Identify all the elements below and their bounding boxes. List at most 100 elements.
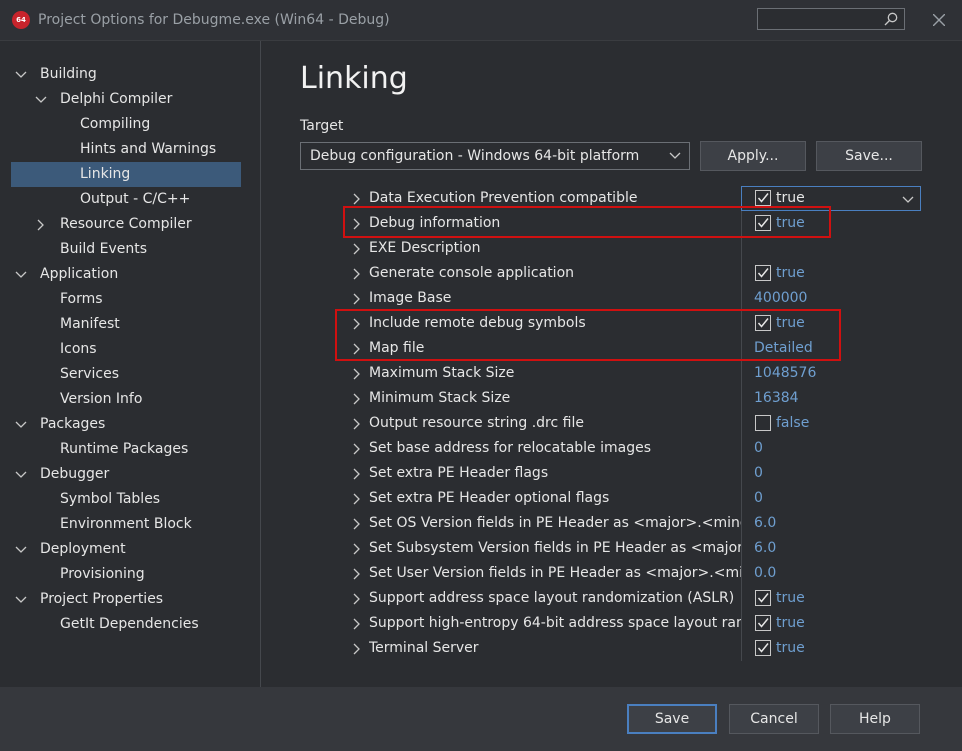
chevron-down-icon[interactable] (15, 469, 27, 481)
save-button[interactable]: Save (627, 704, 717, 734)
chevron-right-icon[interactable] (351, 643, 363, 655)
property-row[interactable]: Terminal Server true (339, 636, 921, 661)
tree-item[interactable]: GetIt Dependencies (0, 612, 255, 637)
property-value: 0.0 (754, 565, 777, 581)
property-row[interactable]: Image Base 400000 (339, 286, 921, 311)
chevron-down-icon (902, 196, 914, 203)
chevron-down-icon (669, 152, 681, 159)
tree-item[interactable]: Output - C/C++ (0, 187, 255, 212)
tree-item[interactable]: Deployment (0, 537, 255, 562)
tree-item[interactable]: Provisioning (0, 562, 255, 587)
tree-item[interactable]: Compiling (0, 112, 255, 137)
property-checkbox[interactable] (755, 615, 771, 631)
tree-item-label: Forms (60, 291, 103, 307)
apply-button[interactable]: Apply... (700, 141, 806, 171)
property-row[interactable]: Output resource string .drc file false (339, 411, 921, 436)
property-row[interactable]: Support high-entropy 64-bit address spac… (339, 611, 921, 636)
chevron-right-icon[interactable] (351, 368, 363, 380)
property-row[interactable]: Map file Detailed (339, 336, 921, 361)
chevron-down-icon[interactable] (15, 419, 27, 431)
tree-item[interactable]: Building (0, 62, 255, 87)
property-row[interactable]: Set extra PE Header flags 0 (339, 461, 921, 486)
chevron-right-icon[interactable] (351, 318, 363, 330)
property-row[interactable]: Minimum Stack Size 16384 (339, 386, 921, 411)
property-row[interactable]: Set base address for relocatable images 0 (339, 436, 921, 461)
property-checkbox[interactable] (755, 590, 771, 606)
property-row[interactable]: Generate console application true (339, 261, 921, 286)
tree-item[interactable]: Forms (0, 287, 255, 312)
property-value: true (776, 215, 805, 231)
target-select[interactable]: Debug configuration - Windows 64-bit pla… (300, 142, 690, 170)
property-value: Detailed (754, 340, 813, 356)
help-button[interactable]: Help (830, 704, 920, 734)
chevron-down-icon[interactable] (15, 69, 27, 81)
cancel-button[interactable]: Cancel (729, 704, 819, 734)
tree-item-label: Application (40, 266, 119, 282)
tree-item[interactable]: Icons (0, 337, 255, 362)
property-row[interactable]: Include remote debug symbols true (339, 311, 921, 336)
tree-item[interactable]: Environment Block (0, 512, 255, 537)
chevron-down-icon[interactable] (15, 544, 27, 556)
close-button[interactable] (922, 6, 956, 34)
chevron-right-icon[interactable] (351, 393, 363, 405)
tree-item[interactable]: Services (0, 362, 255, 387)
property-row[interactable]: Maximum Stack Size 1048576 (339, 361, 921, 386)
checkmark-icon (757, 643, 769, 653)
tree-item[interactable]: Version Info (0, 387, 255, 412)
property-row[interactable]: Set User Version fields in PE Header as … (339, 561, 921, 586)
chevron-right-icon[interactable] (351, 343, 363, 355)
property-row[interactable]: Set OS Version fields in PE Header as <m… (339, 511, 921, 536)
property-label: Map file (369, 340, 425, 356)
tree-item[interactable]: Application (0, 262, 255, 287)
tree-item-label: Building (40, 66, 97, 82)
property-checkbox[interactable] (755, 190, 771, 206)
property-value: 0 (754, 465, 763, 481)
chevron-right-icon[interactable] (351, 218, 363, 230)
tree-item[interactable]: Packages (0, 412, 255, 437)
tree-item[interactable]: Hints and Warnings (0, 137, 255, 162)
chevron-right-icon[interactable] (351, 468, 363, 480)
property-row[interactable]: Debug information true (339, 211, 921, 236)
search-input[interactable] (757, 8, 905, 30)
chevron-down-icon[interactable] (35, 94, 47, 106)
chevron-right-icon[interactable] (351, 293, 363, 305)
tree-item[interactable]: Manifest (0, 312, 255, 337)
chevron-right-icon[interactable] (351, 418, 363, 430)
checkmark-icon (757, 618, 769, 628)
property-row[interactable]: Data Execution Prevention compatible true (339, 186, 921, 211)
chevron-right-icon[interactable] (35, 219, 47, 231)
tree-item[interactable]: Debugger (0, 462, 255, 487)
chevron-right-icon[interactable] (351, 243, 363, 255)
chevron-down-icon[interactable] (15, 594, 27, 606)
tree-item[interactable]: Build Events (0, 237, 255, 262)
property-row[interactable]: Set extra PE Header optional flags 0 (339, 486, 921, 511)
tree-item[interactable]: Runtime Packages (0, 437, 255, 462)
tree-item[interactable]: Resource Compiler (0, 212, 255, 237)
property-row[interactable]: EXE Description (339, 236, 921, 261)
property-row[interactable]: Set Subsystem Version fields in PE Heade… (339, 536, 921, 561)
property-row[interactable]: Support address space layout randomizati… (339, 586, 921, 611)
property-checkbox[interactable] (755, 415, 771, 431)
chevron-right-icon[interactable] (351, 518, 363, 530)
tree-item-label: GetIt Dependencies (60, 616, 199, 632)
tree-item[interactable]: Project Properties (0, 587, 255, 612)
chevron-right-icon[interactable] (351, 593, 363, 605)
save-target-button[interactable]: Save... (816, 141, 922, 171)
property-label: Output resource string .drc file (369, 415, 584, 431)
chevron-right-icon[interactable] (351, 568, 363, 580)
chevron-right-icon[interactable] (351, 493, 363, 505)
tree-item[interactable]: Symbol Tables (0, 487, 255, 512)
tree-item[interactable]: Delphi Compiler (0, 87, 255, 112)
chevron-right-icon[interactable] (351, 268, 363, 280)
property-checkbox[interactable] (755, 640, 771, 656)
property-checkbox[interactable] (755, 215, 771, 231)
chevron-down-icon[interactable] (15, 269, 27, 281)
chevron-right-icon[interactable] (351, 618, 363, 630)
chevron-right-icon[interactable] (351, 543, 363, 555)
property-checkbox[interactable] (755, 315, 771, 331)
chevron-right-icon[interactable] (351, 193, 363, 205)
chevron-right-icon[interactable] (351, 443, 363, 455)
tree-item[interactable]: Linking (11, 162, 241, 187)
property-checkbox[interactable] (755, 265, 771, 281)
property-value: false (776, 415, 810, 431)
